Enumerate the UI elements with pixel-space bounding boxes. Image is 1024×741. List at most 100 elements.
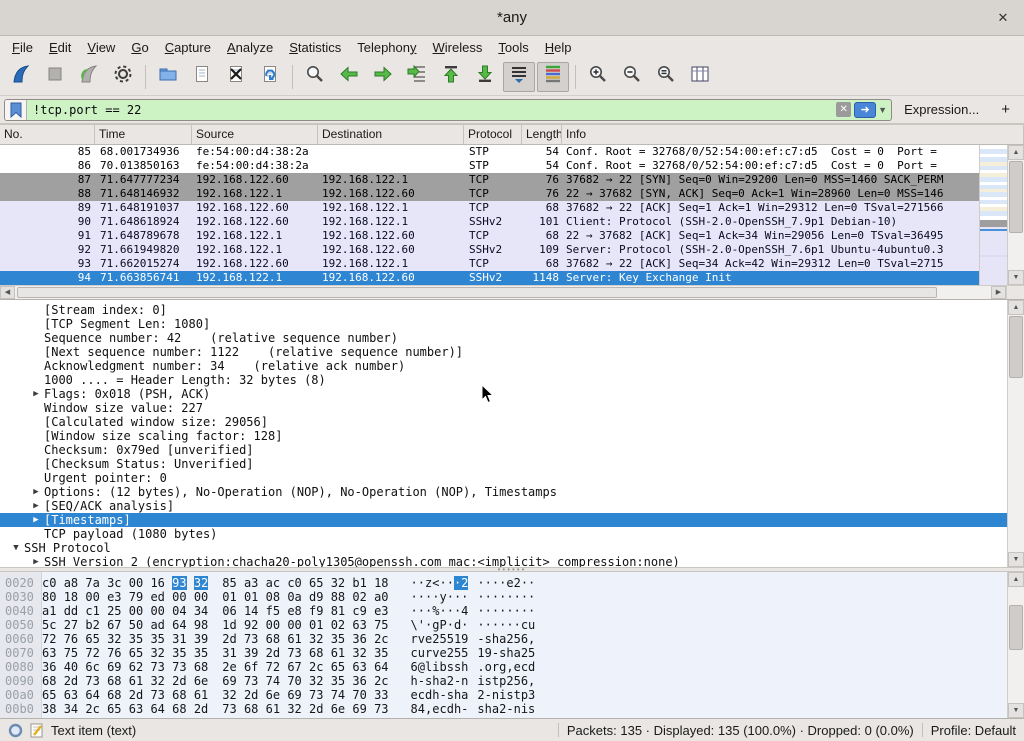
hex-byte[interactable]: 73 [244, 632, 258, 646]
hex-byte[interactable]: 6e [331, 702, 345, 716]
hex-byte[interactable]: b1 [352, 576, 366, 590]
detail-line[interactable]: ▼SSH Protocol [0, 541, 1007, 555]
hex-byte[interactable]: c0 [287, 576, 301, 590]
ascii-char[interactable]: · [514, 604, 521, 618]
go-back-button[interactable] [333, 62, 365, 92]
filter-clear-icon[interactable]: ✕ [836, 102, 851, 117]
column-header-source[interactable]: Source [192, 125, 318, 144]
hex-byte[interactable]: 68 [172, 702, 186, 716]
hex-byte[interactable]: 64 [374, 660, 388, 674]
hex-byte[interactable]: 2d [309, 702, 323, 716]
hex-byte[interactable]: 65 [42, 688, 56, 702]
ascii-char[interactable]: - [485, 688, 492, 702]
hex-byte[interactable]: dd [64, 604, 78, 618]
auto-scroll-button[interactable] [503, 62, 535, 92]
ascii-char[interactable]: · [506, 618, 513, 632]
hex-byte[interactable]: 00 [172, 590, 186, 604]
ascii-char[interactable]: · [461, 590, 468, 604]
hex-byte[interactable]: 35 [172, 646, 186, 660]
ascii-char[interactable]: n [514, 702, 521, 716]
ascii-char[interactable]: a [514, 646, 521, 660]
ascii-char[interactable]: 2 [461, 576, 468, 590]
capture-restart-button[interactable] [73, 62, 105, 92]
ascii-char[interactable]: h [485, 702, 492, 716]
ascii-char[interactable]: , [528, 674, 535, 688]
ascii-char[interactable]: 5 [439, 632, 446, 646]
hex-byte[interactable]: d9 [309, 590, 323, 604]
hex-byte[interactable]: 68 [172, 688, 186, 702]
go-forward-button[interactable] [367, 62, 399, 92]
hex-byte[interactable]: 63 [42, 646, 56, 660]
ascii-char[interactable]: · [411, 604, 418, 618]
capture-options-button[interactable] [107, 62, 139, 92]
hex-byte[interactable]: 32 [287, 702, 301, 716]
hex-byte[interactable]: 63 [352, 618, 366, 632]
ascii-char[interactable]: t [514, 688, 521, 702]
ascii-char[interactable]: · [528, 576, 535, 590]
hex-byte[interactable]: 36 [352, 674, 366, 688]
packet-row-87[interactable]: 8771.647777234192.168.122.60192.168.122.… [0, 173, 979, 187]
ascii-char[interactable]: u [418, 646, 425, 660]
hex-byte[interactable]: 32 [150, 674, 164, 688]
hex-byte[interactable]: a3 [244, 576, 258, 590]
hex-byte[interactable]: 79 [129, 590, 143, 604]
ascii-char[interactable]: e [439, 646, 446, 660]
hex-byte[interactable]: 73 [222, 702, 236, 716]
hscroll-thumb[interactable] [17, 287, 937, 298]
column-header-destination[interactable]: Destination [318, 125, 464, 144]
zoom-out-button[interactable] [616, 62, 648, 92]
hex-byte[interactable]: 01 [222, 590, 236, 604]
file-open-button[interactable] [152, 62, 184, 92]
hex-byte[interactable]: 62 [129, 660, 143, 674]
hex-byte[interactable]: f5 [266, 604, 280, 618]
hex-byte[interactable]: 68 [107, 688, 121, 702]
hex-byte[interactable]: 33 [374, 688, 388, 702]
capture-start-button[interactable] [5, 62, 37, 92]
ascii-char[interactable]: · [411, 576, 418, 590]
hex-byte[interactable]: 93 [172, 576, 186, 590]
file-close-button[interactable] [220, 62, 252, 92]
hex-byte[interactable]: 65 [309, 576, 323, 590]
ascii-char[interactable]: h [461, 660, 468, 674]
detail-line[interactable]: [Next sequence number: 1122 (relative se… [0, 345, 1007, 359]
scroll-thumb[interactable] [1009, 161, 1023, 233]
hex-byte[interactable]: 98 [194, 618, 208, 632]
hex-byte[interactable]: 88 [331, 590, 345, 604]
menu-edit[interactable]: Edit [41, 38, 79, 57]
ascii-char[interactable]: · [439, 604, 446, 618]
ascii-char[interactable]: c [439, 702, 446, 716]
hex-byte[interactable]: ac [266, 576, 280, 590]
hex-byte[interactable]: 61 [129, 674, 143, 688]
detail-line[interactable]: Window size value: 227 [0, 401, 1007, 415]
hex-byte[interactable]: 27 [64, 618, 78, 632]
ascii-char[interactable]: 2 [514, 576, 521, 590]
hex-byte[interactable]: 72 [85, 646, 99, 660]
hex-byte[interactable]: 73 [309, 688, 323, 702]
ascii-char[interactable]: s [485, 674, 492, 688]
packet-row-93[interactable]: 9371.662015274192.168.122.60192.168.122.… [0, 257, 979, 271]
hex-byte[interactable]: 31 [172, 632, 186, 646]
ascii-char[interactable]: u [528, 618, 535, 632]
hex-byte[interactable]: 18 [374, 576, 388, 590]
hex-byte[interactable]: 69 [107, 660, 121, 674]
ascii-char[interactable]: v [418, 632, 425, 646]
ascii-char[interactable]: s [506, 688, 513, 702]
scroll-down-icon[interactable]: ▼ [1008, 552, 1024, 567]
hex-byte[interactable]: 2e [222, 660, 236, 674]
ascii-char[interactable]: · [485, 590, 492, 604]
hex-byte[interactable]: 2c [374, 674, 388, 688]
scroll-up-icon[interactable]: ▲ [1008, 572, 1024, 587]
hex-byte[interactable]: 7a [85, 576, 99, 590]
file-reload-button[interactable] [254, 62, 286, 92]
ascii-char[interactable]: · [411, 590, 418, 604]
hex-byte[interactable]: 68 [42, 674, 56, 688]
display-filter-input[interactable] [27, 103, 836, 117]
ascii-char[interactable]: b [439, 660, 446, 674]
hex-byte[interactable]: 75 [64, 646, 78, 660]
detail-line[interactable]: Checksum: 0x79ed [unverified] [0, 443, 1007, 457]
zoom-in-button[interactable] [582, 62, 614, 92]
hex-byte[interactable]: 2d [64, 674, 78, 688]
hex-byte[interactable]: 2c [374, 632, 388, 646]
ascii-char[interactable]: c [418, 688, 425, 702]
packet-row-85[interactable]: 8568.001734936fe:54:00:d4:38:2aSTP54Conf… [0, 145, 979, 159]
